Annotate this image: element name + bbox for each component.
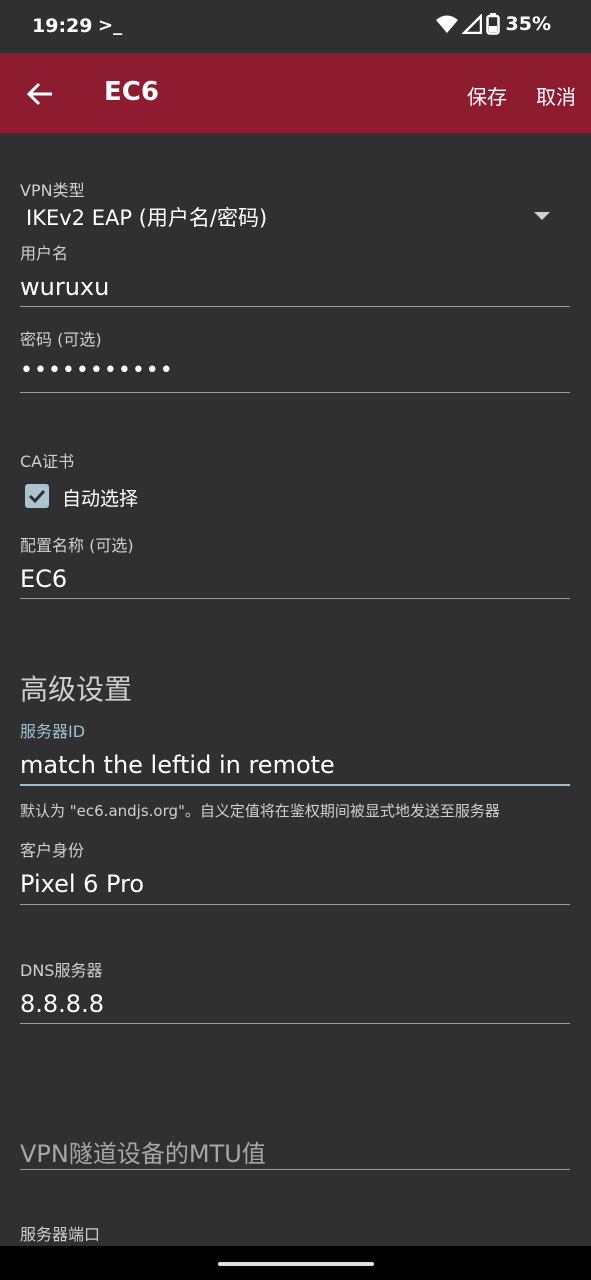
status-bar: 19:29 >_ 35% <box>0 0 591 53</box>
dropdown-arrow-icon[interactable] <box>534 212 550 220</box>
save-button[interactable]: 保存 <box>467 81 507 110</box>
client-identity-label: 客户身份 <box>20 841 85 860</box>
client-identity-underline <box>20 904 570 905</box>
server-id-help: 默认为 "ec6.andjs.org"。自义定值将在鉴权期间被显式地发送至服务器 <box>20 802 500 820</box>
ca-cert-label: CA证书 <box>20 452 75 471</box>
server-port-label: 服务器端口 <box>20 1225 101 1244</box>
battery-icon <box>485 13 500 35</box>
page-title: EC6 <box>104 77 159 107</box>
server-id-label: 服务器ID <box>20 722 86 741</box>
auto-select-checkbox[interactable] <box>25 484 49 508</box>
gesture-handle[interactable] <box>218 1262 374 1266</box>
password-label: 密码 (可选) <box>20 330 102 349</box>
profile-name-field[interactable]: EC6 <box>20 565 67 593</box>
profile-name-label: 配置名称 (可选) <box>20 536 134 555</box>
wifi-icon <box>435 15 458 33</box>
password-field[interactable]: ••••••••••• <box>20 358 174 383</box>
dns-servers-underline <box>20 1023 570 1024</box>
navigation-bar <box>0 1246 591 1280</box>
mtu-underline <box>20 1169 570 1170</box>
username-field[interactable]: wuruxu <box>20 273 109 301</box>
vpn-type-label: VPN类型 <box>20 181 85 200</box>
dns-servers-label: DNS服务器 <box>20 961 103 980</box>
profile-name-underline <box>20 598 570 599</box>
dns-servers-field[interactable]: 8.8.8.8 <box>20 990 104 1018</box>
mtu-field[interactable]: VPN隧道设备的MTU值 <box>20 1134 266 1169</box>
vpn-type-select[interactable]: IKEv2 EAP (用户名/密码) <box>26 202 267 232</box>
password-underline <box>20 392 570 393</box>
advanced-settings-heading: 高级设置 <box>20 673 133 706</box>
client-identity-field[interactable]: Pixel 6 Pro <box>20 870 144 898</box>
status-time: 19:29 <box>32 15 93 37</box>
auto-select-label[interactable]: 自动选择 <box>62 484 138 511</box>
status-icons: 35% <box>435 13 551 35</box>
battery-percent: 35% <box>505 13 551 35</box>
terminal-icon: >_ <box>98 15 123 36</box>
back-arrow-icon[interactable] <box>26 80 54 108</box>
server-id-field[interactable]: match the leftid in remote <box>20 751 335 779</box>
username-label: 用户名 <box>20 244 69 263</box>
username-underline <box>20 306 570 307</box>
signal-icon <box>461 14 482 34</box>
cancel-button[interactable]: 取消 <box>536 81 576 110</box>
server-id-underline <box>20 784 570 786</box>
checkmark-icon <box>28 489 46 504</box>
app-bar: EC6 保存 取消 <box>0 53 591 133</box>
